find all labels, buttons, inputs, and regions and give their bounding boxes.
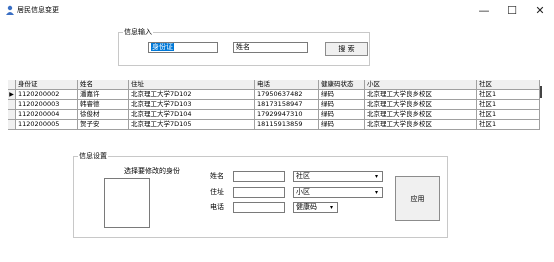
scrollbar-thumb[interactable] [540, 86, 542, 98]
app-icon [6, 5, 14, 15]
minimize-button[interactable]: — [470, 0, 498, 20]
table-row[interactable]: 1120200005 贺子安 北京理工大学7D105 18115913859 绿… [8, 120, 544, 130]
table-row[interactable]: 1120200003 韩睿德 北京理工大学7D103 18173158947 绿… [8, 100, 544, 110]
name-label: 姓名 [210, 172, 224, 180]
maximize-button[interactable]: ☐ [498, 0, 526, 20]
cell-address[interactable]: 北京理工大学7D105 [129, 120, 255, 130]
cell-health[interactable]: 绿码 [319, 100, 365, 110]
name-search-input[interactable]: 姓名 [233, 42, 308, 53]
address-field[interactable] [233, 187, 285, 198]
chevron-down-icon[interactable]: ▾ [372, 189, 381, 196]
close-button[interactable]: ✕ [526, 0, 554, 20]
header-row-selector [8, 80, 16, 90]
cell-neighborhood[interactable]: 北京理工大学良乡校区 [365, 110, 477, 120]
cell-id[interactable]: 1120200005 [16, 120, 78, 130]
cell-health[interactable]: 绿码 [319, 110, 365, 120]
column-header-health[interactable]: 健康码状态 [319, 80, 365, 90]
cell-id[interactable]: 1120200002 [16, 90, 78, 100]
column-header-address[interactable]: 住址 [129, 80, 255, 90]
info-input-group-label: 信息输入 [123, 28, 153, 37]
window-title: 居民信息变更 [17, 6, 59, 14]
resident-data-grid[interactable]: 身份证 姓名 住址 电话 健康码状态 小区 社区 ▶ 1120200002 潘嘉… [8, 80, 544, 136]
column-header-neighborhood[interactable]: 小区 [365, 80, 477, 90]
cell-id[interactable]: 1120200004 [16, 110, 78, 120]
cell-address[interactable]: 北京理工大学7D103 [129, 100, 255, 110]
grid-header-row: 身份证 姓名 住址 电话 健康码状态 小区 社区 [8, 80, 544, 90]
phone-label: 电话 [210, 203, 224, 211]
grid-vertical-scrollbar[interactable] [538, 80, 544, 100]
cell-phone[interactable]: 17950637482 [255, 90, 319, 100]
row-selector[interactable] [8, 100, 16, 110]
column-header-id[interactable]: 身份证 [16, 80, 78, 90]
chevron-down-icon[interactable]: ▾ [327, 204, 336, 211]
current-row-indicator: ▶ [8, 90, 16, 100]
phone-field[interactable] [233, 202, 285, 213]
cell-address[interactable]: 北京理工大学7D104 [129, 110, 255, 120]
table-row[interactable]: 1120200004 徐俊材 北京理工大学7D104 17929947310 绿… [8, 110, 544, 120]
cell-address[interactable]: 北京理工大学7D102 [129, 90, 255, 100]
cell-health[interactable]: 绿码 [319, 90, 365, 100]
table-row[interactable]: ▶ 1120200002 潘嘉许 北京理工大学7D102 17950637482… [8, 90, 544, 100]
id-listbox[interactable] [104, 178, 150, 228]
health-code-select-value: 健康码 [296, 203, 317, 211]
cell-neighborhood[interactable]: 北京理工大学良乡校区 [365, 120, 477, 130]
cell-name[interactable]: 徐俊材 [78, 110, 129, 120]
search-button[interactable]: 搜 索 [325, 42, 368, 56]
id-search-input-value: 身份证 [151, 43, 174, 51]
cell-name[interactable]: 韩睿德 [78, 100, 129, 110]
cell-health[interactable]: 绿码 [319, 120, 365, 130]
row-selector[interactable] [8, 110, 16, 120]
cell-phone[interactable]: 18115913859 [255, 120, 319, 130]
info-settings-group-label: 信息设置 [78, 152, 108, 161]
neighborhood-select[interactable]: 小区 ▾ [293, 187, 383, 198]
community-select-value: 社区 [296, 172, 310, 180]
address-label: 住址 [210, 188, 224, 196]
health-code-select[interactable]: 健康码 ▾ [293, 202, 338, 213]
cell-community[interactable]: 社区1 [477, 100, 540, 110]
community-select[interactable]: 社区 ▾ [293, 171, 383, 182]
column-header-community[interactable]: 社区 [477, 80, 540, 90]
cell-neighborhood[interactable]: 北京理工大学良乡校区 [365, 100, 477, 110]
row-selector[interactable] [8, 120, 16, 130]
neighborhood-select-value: 小区 [296, 188, 310, 196]
cell-id[interactable]: 1120200003 [16, 100, 78, 110]
column-header-name[interactable]: 姓名 [78, 80, 129, 90]
cell-community[interactable]: 社区1 [477, 90, 540, 100]
column-header-phone[interactable]: 电话 [255, 80, 319, 90]
title-bar: 居民信息变更 — ☐ ✕ [0, 0, 554, 20]
cell-name[interactable]: 潘嘉许 [78, 90, 129, 100]
id-search-input[interactable]: 身份证 [148, 42, 218, 53]
cell-name[interactable]: 贺子安 [78, 120, 129, 130]
select-id-prompt: 选择要修改的身份 [124, 167, 180, 175]
chevron-down-icon[interactable]: ▾ [372, 173, 381, 180]
apply-button[interactable]: 应用 [395, 176, 440, 221]
cell-community[interactable]: 社区1 [477, 110, 540, 120]
cell-neighborhood[interactable]: 北京理工大学良乡校区 [365, 90, 477, 100]
cell-phone[interactable]: 17929947310 [255, 110, 319, 120]
cell-phone[interactable]: 18173158947 [255, 100, 319, 110]
cell-community[interactable]: 社区1 [477, 120, 540, 130]
name-field[interactable] [233, 171, 285, 182]
